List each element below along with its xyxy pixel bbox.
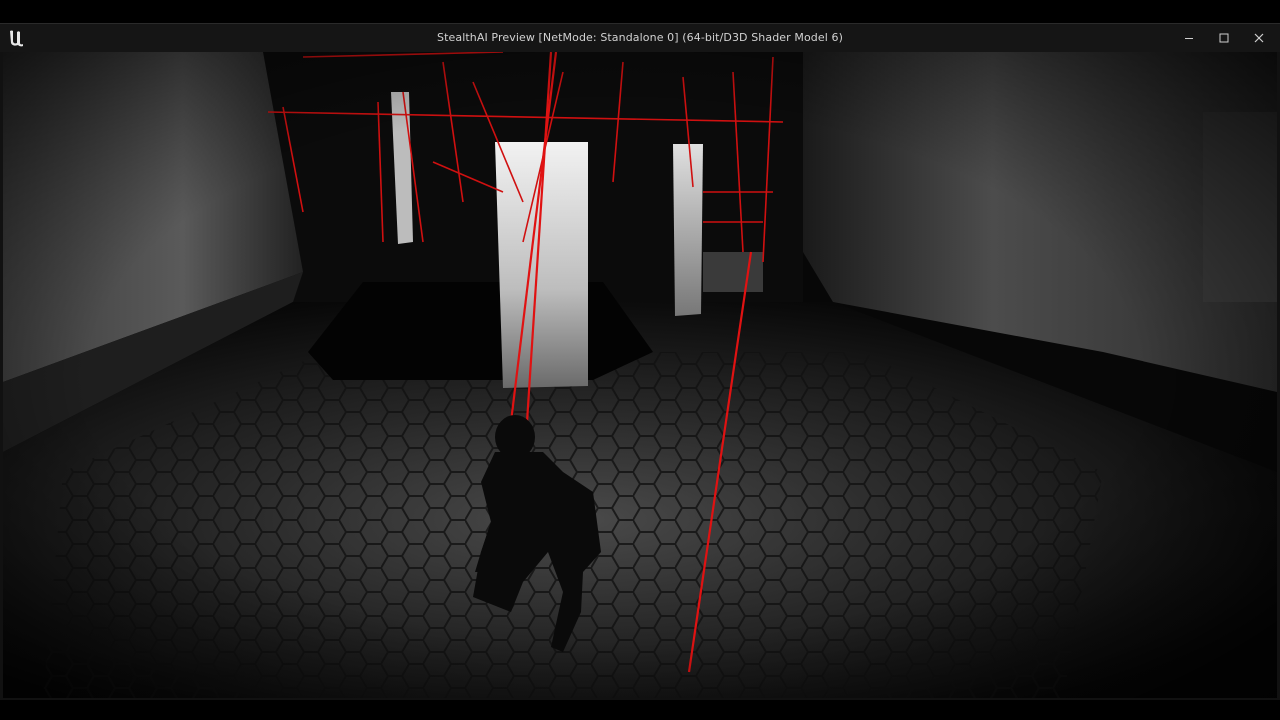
title-bar[interactable]: StealthAI Preview [NetMode: Standalone 0… [0,24,1280,52]
maximize-icon [1219,33,1229,43]
minimize-button[interactable] [1172,24,1206,52]
maximize-button[interactable] [1207,24,1241,52]
close-button[interactable] [1242,24,1276,52]
close-icon [1254,33,1264,43]
minimize-icon [1185,38,1193,39]
game-viewport[interactable] [3,52,1277,698]
scene-render [3,52,1277,698]
window-title: StealthAI Preview [NetMode: Standalone 0… [437,31,843,44]
game-preview-window: StealthAI Preview [NetMode: Standalone 0… [0,23,1280,700]
screen-frame: StealthAI Preview [NetMode: Standalone 0… [0,0,1280,720]
